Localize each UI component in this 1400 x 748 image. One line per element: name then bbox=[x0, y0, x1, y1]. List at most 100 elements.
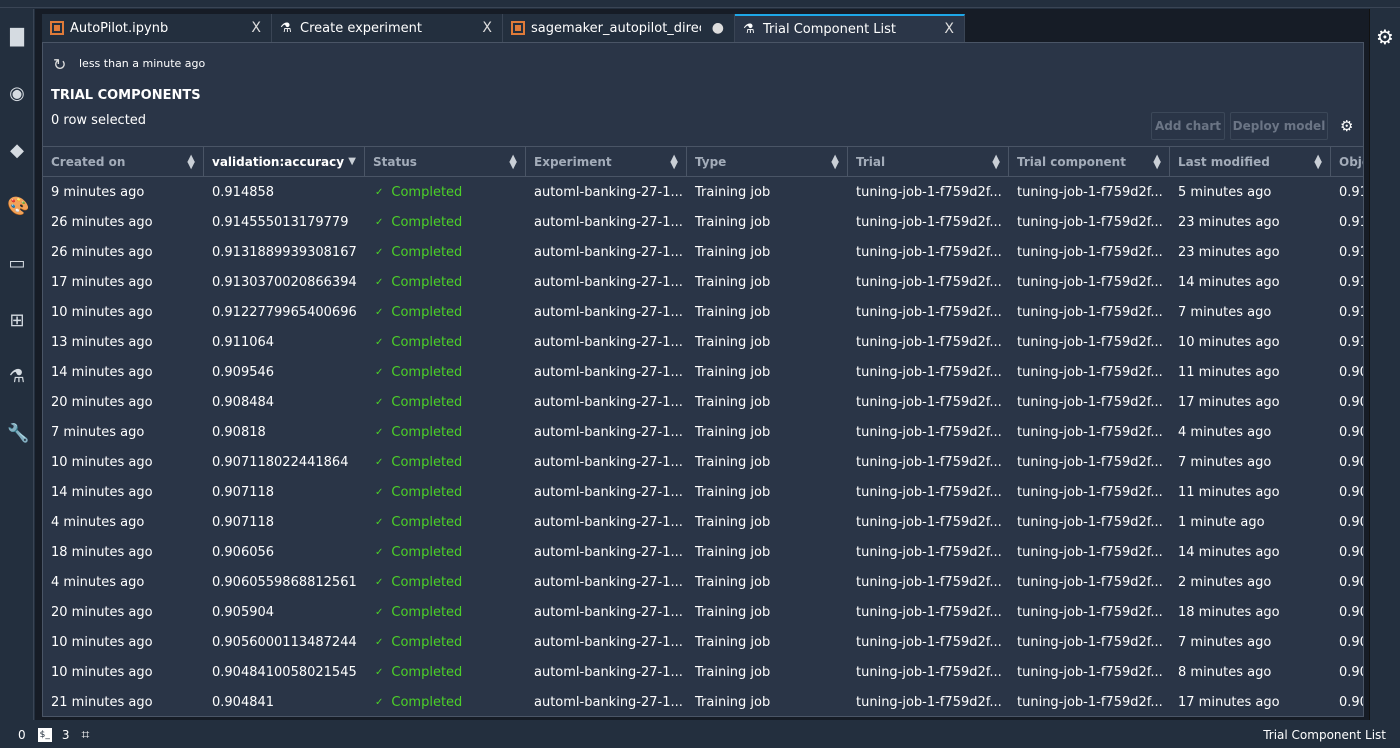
column-header[interactable]: Experiment ▲ ▼ bbox=[526, 147, 687, 176]
cpu-chip-icon[interactable]: ⌗ bbox=[82, 727, 90, 743]
cell-text: tuning-job-1-f759d2f... bbox=[856, 244, 1002, 260]
tabs-icon[interactable]: ▭ bbox=[7, 254, 27, 274]
deploy-model-button[interactable]: Deploy model bbox=[1230, 112, 1328, 140]
table-cell: ✓ Completed bbox=[365, 627, 526, 657]
cell-text: Completed bbox=[391, 214, 463, 230]
table-row[interactable]: 20 minutes ago 0.908484 ✓ Completed automl-b… bbox=[43, 387, 1363, 417]
tab-sagemaker-notebook[interactable]: sagemaker_autopilot_direct_r ● bbox=[503, 14, 735, 42]
cell-text: tuning-job-1-f759d2f... bbox=[1017, 514, 1163, 530]
table-row[interactable]: 4 minutes ago 0.9060559868812561 ✓ Complete… bbox=[43, 567, 1363, 597]
close-icon[interactable]: X bbox=[944, 21, 954, 37]
table-cell: 0.90 bbox=[1331, 567, 1363, 597]
column-header-label: Trial bbox=[856, 154, 886, 169]
tab-trial-component-list[interactable]: ⚗ Trial Component List X bbox=[735, 14, 965, 42]
table-row[interactable]: 13 minutes ago 0.911064 ✓ Completed automl-b… bbox=[43, 327, 1363, 357]
table-row[interactable]: 26 minutes ago 0.914555013179779 ✓ Complete… bbox=[43, 207, 1363, 237]
sort-icon[interactable]: ▲ ▼ bbox=[1153, 153, 1161, 170]
column-header[interactable]: validation:accuracy ▼ bbox=[204, 147, 365, 176]
check-icon: ✓ bbox=[375, 666, 384, 678]
running-stop-icon[interactable]: ◉ bbox=[7, 84, 27, 104]
table-cell: tuning-job-1-f759d2f... bbox=[1009, 447, 1170, 477]
table-row[interactable]: 10 minutes ago 0.907118022441864 ✓ Complete… bbox=[43, 447, 1363, 477]
tab-create-experiment[interactable]: ⚗ Create experiment X bbox=[272, 14, 503, 42]
column-header[interactable]: Obje bbox=[1331, 147, 1363, 176]
check-icon: ✓ bbox=[375, 246, 384, 258]
cell-text: Training job bbox=[695, 634, 771, 650]
flask-icon[interactable]: ⚗ bbox=[7, 367, 27, 387]
table-cell: Training job bbox=[687, 357, 848, 387]
cell-text: 11 minutes ago bbox=[1178, 364, 1280, 380]
check-icon: ✓ bbox=[375, 696, 384, 708]
git-icon[interactable]: ◆ bbox=[7, 141, 27, 161]
hierarchy-icon[interactable]: ⊞ bbox=[7, 311, 27, 331]
sort-icon[interactable]: ▲ ▼ bbox=[1314, 153, 1322, 170]
sort-icon[interactable]: ▲ ▼ bbox=[992, 153, 1000, 170]
add-chart-button[interactable]: Add chart bbox=[1151, 112, 1225, 140]
flask-icon: ⚗ bbox=[743, 22, 755, 37]
table-row[interactable]: 10 minutes ago 0.9056000113487244 ✓ Complet… bbox=[43, 627, 1363, 657]
terminal-icon[interactable]: $_ bbox=[37, 728, 52, 742]
column-header[interactable]: Type ▲ ▼ bbox=[687, 147, 848, 176]
cell-text: Training job bbox=[695, 214, 771, 230]
table-row[interactable]: 14 minutes ago 0.909546 ✓ Completed automl-b… bbox=[43, 357, 1363, 387]
table-settings-gear-icon[interactable]: ⚙ bbox=[1340, 117, 1353, 135]
column-header[interactable]: Trial component ▲ ▼ bbox=[1009, 147, 1170, 176]
table-row[interactable]: 18 minutes ago 0.906056 ✓ Completed automl-b… bbox=[43, 537, 1363, 567]
sort-icon[interactable]: ▲ ▼ bbox=[187, 153, 195, 170]
table-row[interactable]: 26 minutes ago 0.9131889939308167 ✓ Complet… bbox=[43, 237, 1363, 267]
table-cell: ✓ Completed bbox=[365, 177, 526, 207]
check-icon: ✓ bbox=[375, 546, 384, 558]
table-cell: tuning-job-1-f759d2f... bbox=[848, 477, 1009, 507]
cell-text: 4 minutes ago bbox=[1178, 424, 1272, 440]
cell-text: tuning-job-1-f759d2f... bbox=[856, 424, 1002, 440]
gear-icon[interactable]: ⚙ bbox=[1376, 25, 1394, 49]
palette-icon[interactable]: 🎨 bbox=[7, 197, 29, 217]
cell-text: 14 minutes ago bbox=[51, 484, 153, 500]
column-header-label: Type bbox=[695, 154, 727, 169]
sort-icon[interactable]: ▲ ▼ bbox=[670, 153, 678, 170]
table-cell: 0.9056000113487244 bbox=[204, 627, 365, 657]
table-cell: 10 minutes ago bbox=[43, 657, 204, 687]
sort-icon[interactable]: ▲ ▼ bbox=[509, 153, 517, 170]
table-row[interactable]: 10 minutes ago 0.9048410058021545 ✓ Complet… bbox=[43, 657, 1363, 687]
table-row[interactable]: 7 minutes ago 0.90818 ✓ Completed automl-ban… bbox=[43, 417, 1363, 447]
table-row[interactable]: 4 minutes ago 0.907118 ✓ Completed automl-ba… bbox=[43, 507, 1363, 537]
table-cell: automl-banking-27-1... bbox=[526, 417, 687, 447]
table-row[interactable]: 10 minutes ago 0.9122779965400696 ✓ Complet… bbox=[43, 297, 1363, 327]
column-header[interactable]: Trial ▲ ▼ bbox=[848, 147, 1009, 176]
refresh-icon[interactable]: ↻ bbox=[53, 55, 66, 74]
cell-text: tuning-job-1-f759d2f... bbox=[856, 454, 1002, 470]
close-icon[interactable]: X bbox=[482, 20, 492, 36]
check-icon: ✓ bbox=[375, 216, 384, 228]
table-cell: 26 minutes ago bbox=[43, 207, 204, 237]
cell-text: 7 minutes ago bbox=[1178, 304, 1272, 320]
table-row[interactable]: 17 minutes ago 0.9130370020866394 ✓ Complet… bbox=[43, 267, 1363, 297]
check-icon: ✓ bbox=[375, 456, 384, 468]
table-row[interactable]: 21 minutes ago 0.904841 ✓ Completed automl-b… bbox=[43, 687, 1363, 716]
table-cell: ✓ Completed bbox=[365, 597, 526, 627]
cell-text: tuning-job-1-f759d2f... bbox=[856, 274, 1002, 290]
cell-text: 10 minutes ago bbox=[1178, 334, 1280, 350]
sort-icon[interactable]: ▲ ▼ bbox=[831, 153, 839, 170]
folder-icon[interactable]: ▇ bbox=[7, 27, 27, 47]
table-row[interactable]: 20 minutes ago 0.905904 ✓ Completed automl-b… bbox=[43, 597, 1363, 627]
table-cell: 20 minutes ago bbox=[43, 597, 204, 627]
table-row[interactable]: 9 minutes ago 0.914858 ✓ Completed automl-ba… bbox=[43, 177, 1363, 207]
table-row[interactable]: 14 minutes ago 0.907118 ✓ Completed automl-b… bbox=[43, 477, 1363, 507]
tab-autopilot-notebook[interactable]: AutoPilot.ipynb X bbox=[42, 14, 272, 42]
cell-text: 7 minutes ago bbox=[51, 424, 145, 440]
cell-text: 13 minutes ago bbox=[51, 334, 153, 350]
table-cell: automl-banking-27-1... bbox=[526, 387, 687, 417]
cell-text: Completed bbox=[391, 604, 463, 620]
column-header[interactable]: Created on ▲ ▼ bbox=[43, 147, 204, 176]
unsaved-dot-icon[interactable]: ● bbox=[712, 20, 724, 36]
column-header[interactable]: Status ▲ ▼ bbox=[365, 147, 526, 176]
close-icon[interactable]: X bbox=[251, 20, 261, 36]
sort-descending-icon[interactable]: ▼ bbox=[348, 157, 356, 167]
wrench-icon[interactable]: 🔧 bbox=[7, 424, 29, 444]
cell-text: 0.9048410058021545 bbox=[212, 664, 357, 680]
cell-text: 14 minutes ago bbox=[1178, 544, 1280, 560]
cell-text: Completed bbox=[391, 274, 463, 290]
column-header[interactable]: Last modified ▲ ▼ bbox=[1170, 147, 1331, 176]
cell-text: 0.90818 bbox=[212, 424, 266, 440]
